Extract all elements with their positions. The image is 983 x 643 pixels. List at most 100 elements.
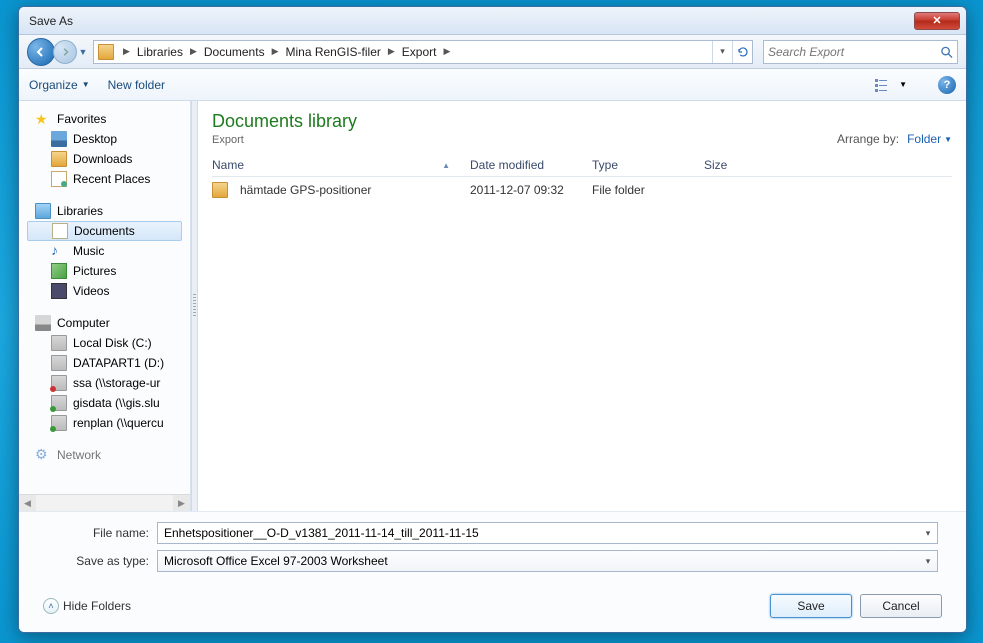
scroll-right-button[interactable]: ▶: [173, 495, 190, 511]
save-button[interactable]: Save: [770, 594, 852, 618]
scroll-track[interactable]: [36, 495, 173, 511]
sidebar-label: DATAPART1 (D:): [73, 356, 164, 370]
column-label: Size: [704, 158, 727, 172]
search-input[interactable]: [768, 45, 940, 59]
sidebar-item-netdrive-gisdata[interactable]: gisdata (\\gis.slu: [27, 393, 190, 413]
savetype-dropdown-button[interactable]: ▾: [920, 552, 936, 570]
music-icon: ♪: [51, 243, 67, 259]
arrow-right-icon: [60, 47, 70, 57]
filename-history-dropdown[interactable]: ▾: [920, 524, 936, 542]
arrange-by-dropdown[interactable]: Folder ▼: [907, 132, 952, 146]
back-button[interactable]: [27, 38, 55, 66]
breadcrumb-chevron[interactable]: ▶: [185, 46, 202, 57]
desktop-icon: [51, 131, 67, 147]
library-header: Documents library Export Arrange by: Fol…: [212, 111, 952, 146]
column-headers: Name ▲ Date modified Type Size: [212, 154, 952, 177]
scroll-left-button[interactable]: ◀: [19, 495, 36, 511]
folder-icon: [98, 44, 114, 60]
hide-folders-button[interactable]: ˄ Hide Folders: [43, 598, 131, 614]
network-group: ⚙ Network: [27, 445, 190, 465]
file-name: hämtade GPS-positioner: [240, 183, 371, 197]
sidebar-label: renplan (\\quercu: [73, 416, 164, 430]
sidebar-label: Favorites: [57, 112, 106, 126]
sidebar-item-downloads[interactable]: Downloads: [27, 149, 190, 169]
help-button[interactable]: ?: [938, 76, 956, 94]
chevron-up-icon: ˄: [43, 598, 59, 614]
new-folder-button[interactable]: New folder: [108, 78, 165, 92]
previous-locations-button[interactable]: ▾: [712, 41, 732, 63]
close-button[interactable]: ✕: [914, 12, 960, 30]
pane-splitter[interactable]: [191, 101, 198, 511]
sidebar-item-videos[interactable]: Videos: [27, 281, 190, 301]
change-view-button[interactable]: ▼: [869, 74, 912, 96]
address-bar[interactable]: ▶ Libraries ▶ Documents ▶ Mina RenGIS-fi…: [93, 40, 753, 64]
sidebar-item-desktop[interactable]: Desktop: [27, 129, 190, 149]
sidebar-label: Libraries: [57, 204, 103, 218]
pictures-icon: [51, 263, 67, 279]
breadcrumb-chevron[interactable]: ▶: [383, 46, 400, 57]
savetype-combo[interactable]: [157, 550, 938, 572]
sidebar-item-recent-places[interactable]: Recent Places: [27, 169, 190, 189]
sidebar-item-libraries[interactable]: Libraries: [27, 201, 190, 221]
breadcrumb-chevron[interactable]: ▶: [438, 46, 455, 57]
disk-icon: [51, 355, 67, 371]
sidebar-horizontal-scrollbar[interactable]: ◀ ▶: [19, 494, 190, 511]
file-row[interactable]: hämtade GPS-positioner 2011-12-07 09:32 …: [212, 177, 952, 203]
breadcrumb-root-chevron[interactable]: ▶: [118, 46, 135, 57]
recent-locations-dropdown[interactable]: ▼: [77, 42, 89, 62]
documents-icon: [52, 223, 68, 239]
chevron-down-icon: ▼: [899, 80, 907, 89]
sidebar-item-network[interactable]: ⚙ Network: [27, 445, 190, 465]
search-icon: [940, 45, 953, 59]
file-date: 2011-12-07 09:32: [470, 183, 592, 197]
organize-button[interactable]: Organize ▼: [29, 78, 90, 92]
forward-button[interactable]: [53, 40, 77, 64]
column-header-size[interactable]: Size: [704, 158, 794, 172]
column-header-type[interactable]: Type: [592, 158, 704, 172]
sidebar-label: Downloads: [73, 152, 132, 166]
search-box[interactable]: [763, 40, 958, 64]
sidebar-item-pictures[interactable]: Pictures: [27, 261, 190, 281]
chevron-down-icon: ▼: [944, 135, 952, 144]
sidebar-label: ssa (\\storage-ur: [73, 376, 160, 390]
breadcrumb-item[interactable]: Documents: [202, 45, 267, 59]
file-list[interactable]: hämtade GPS-positioner 2011-12-07 09:32 …: [212, 177, 952, 507]
folder-icon: [212, 182, 228, 198]
filename-input[interactable]: [157, 522, 938, 544]
recent-places-icon: [51, 171, 67, 187]
column-header-name[interactable]: Name ▲: [212, 158, 470, 172]
sidebar-label: Computer: [57, 316, 110, 330]
column-label: Date modified: [470, 158, 544, 172]
sidebar-item-drive-c[interactable]: Local Disk (C:): [27, 333, 190, 353]
refresh-button[interactable]: [732, 41, 752, 63]
column-label: Type: [592, 158, 618, 172]
breadcrumb-chevron[interactable]: ▶: [267, 46, 284, 57]
library-subtitle: Export: [212, 134, 357, 146]
network-drive-icon: [51, 375, 67, 391]
cancel-button[interactable]: Cancel: [860, 594, 942, 618]
breadcrumb-item[interactable]: Libraries: [135, 45, 185, 59]
sidebar-item-music[interactable]: ♪ Music: [27, 241, 190, 261]
arrange-by: Arrange by: Folder ▼: [837, 132, 952, 146]
content-area: ★ Favorites Desktop Downloads Recent Pla…: [19, 101, 966, 511]
column-header-date[interactable]: Date modified: [470, 158, 592, 172]
sidebar-item-netdrive-renplan[interactable]: renplan (\\quercu: [27, 413, 190, 433]
network-drive-icon: [51, 395, 67, 411]
breadcrumb-item[interactable]: Mina RenGIS-filer: [284, 45, 383, 59]
library-title: Documents library: [212, 111, 357, 132]
sidebar-item-documents[interactable]: Documents: [27, 221, 182, 241]
arrange-by-label: Arrange by:: [837, 132, 899, 146]
window-title: Save As: [29, 14, 912, 28]
sidebar-item-favorites[interactable]: ★ Favorites: [27, 109, 190, 129]
save-as-dialog: Save As ✕ ▼ ▶ Libraries ▶ Documents ▶ Mi…: [18, 6, 967, 633]
dialog-footer: ˄ Hide Folders Save Cancel: [19, 586, 966, 632]
libraries-group: Libraries Documents ♪ Music Pictures Vid…: [27, 201, 190, 301]
breadcrumb-item[interactable]: Export: [400, 45, 439, 59]
sidebar-item-computer[interactable]: Computer: [27, 313, 190, 333]
savetype-label: Save as type:: [47, 554, 157, 568]
sidebar-item-drive-d[interactable]: DATAPART1 (D:): [27, 353, 190, 373]
sidebar-item-netdrive-ssa[interactable]: ssa (\\storage-ur: [27, 373, 190, 393]
arrow-left-icon: [35, 46, 47, 58]
chevron-down-icon: ▼: [82, 80, 90, 89]
sidebar-label: Documents: [74, 224, 135, 238]
